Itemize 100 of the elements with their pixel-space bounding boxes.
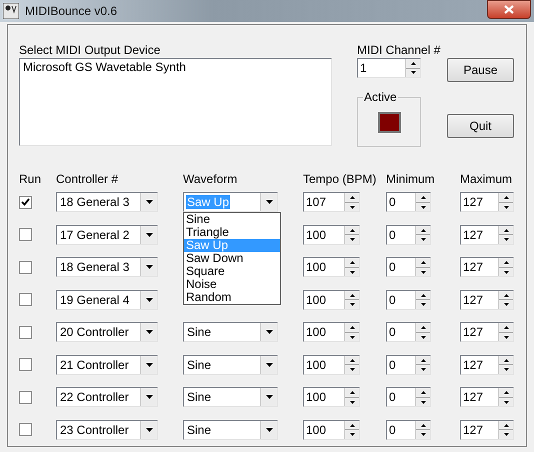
- spin-field[interactable]: 100: [303, 290, 360, 310]
- spin-field[interactable]: 127: [460, 420, 514, 440]
- dropdown[interactable]: 23 Controller: [56, 420, 158, 440]
- spin-buttons[interactable]: [498, 290, 513, 309]
- spin-buttons[interactable]: [344, 420, 359, 439]
- column-header: Maximum: [460, 172, 514, 186]
- spin-field[interactable]: 100: [303, 322, 360, 342]
- dropdown[interactable]: Sine: [183, 322, 278, 342]
- dropdown-option[interactable]: Noise: [184, 278, 280, 292]
- spin-field[interactable]: 100: [303, 420, 360, 440]
- push-button[interactable]: Quit: [447, 114, 514, 138]
- spin-field[interactable]: 0: [386, 354, 431, 375]
- dropdown-option[interactable]: Square: [184, 265, 280, 278]
- checkbox[interactable]: [19, 390, 32, 404]
- dropdown[interactable]: 17 General 2: [56, 224, 158, 245]
- spin-buttons[interactable]: [344, 290, 359, 309]
- spin-buttons[interactable]: [498, 226, 513, 244]
- spin-field[interactable]: 100: [303, 224, 360, 245]
- spin-buttons[interactable]: [415, 356, 430, 374]
- spin-field[interactable]: 127: [460, 387, 514, 408]
- spin-buttons[interactable]: [344, 226, 359, 244]
- spin-field[interactable]: 100: [303, 257, 360, 278]
- dropdown[interactable]: 19 General 4: [56, 290, 158, 310]
- column-header: Run: [19, 172, 42, 186]
- spin-buttons[interactable]: [344, 323, 359, 342]
- checkbox[interactable]: [19, 423, 32, 436]
- field-label: Select MIDI Output Device: [19, 42, 162, 58]
- list-item[interactable]: Microsoft GS Wavetable Synth: [21, 60, 330, 74]
- spin-field[interactable]: 0: [386, 387, 431, 408]
- checkbox[interactable]: [19, 358, 32, 372]
- spin-field[interactable]: 1: [357, 58, 421, 78]
- spin-field[interactable]: 0: [386, 420, 431, 440]
- spin-buttons[interactable]: [415, 420, 430, 439]
- checkbox[interactable]: [19, 196, 32, 209]
- spin-buttons[interactable]: [415, 193, 430, 212]
- spin-buttons[interactable]: [498, 193, 513, 212]
- spin-buttons[interactable]: [344, 193, 359, 212]
- spin-buttons[interactable]: [498, 388, 513, 406]
- spin-buttons[interactable]: [415, 226, 430, 244]
- window-title: MIDIBounce v0.6: [25, 3, 118, 20]
- dropdown[interactable]: Sine: [183, 387, 278, 408]
- push-button[interactable]: Pause: [447, 58, 514, 82]
- dropdown[interactable]: Sine: [183, 420, 278, 440]
- field-label: MIDI Channel #: [357, 42, 441, 58]
- caret-icon: [146, 330, 152, 334]
- spin-buttons[interactable]: [344, 356, 359, 374]
- spin-buttons[interactable]: [415, 388, 430, 406]
- column-header: Minimum: [386, 172, 436, 186]
- spin-buttons[interactable]: [405, 59, 420, 77]
- spin-buttons[interactable]: [344, 258, 359, 276]
- spin-field[interactable]: 0: [386, 290, 431, 310]
- spin-field[interactable]: 0: [386, 192, 431, 212]
- close-button[interactable]: [487, 0, 531, 18]
- column-header: Controller #: [56, 172, 120, 186]
- caret-icon: [146, 200, 152, 204]
- spin-field[interactable]: 100: [303, 387, 360, 408]
- spin-field[interactable]: 127: [460, 290, 514, 310]
- dropdown[interactable]: 21 Controller: [56, 354, 158, 375]
- spin-field[interactable]: 0: [386, 257, 431, 278]
- caret-icon: [146, 395, 152, 400]
- spin-field[interactable]: 127: [460, 257, 514, 278]
- column-header: Waveform: [183, 172, 238, 186]
- app-icon: [3, 3, 19, 19]
- caret-icon: [266, 395, 272, 400]
- device-list[interactable]: Microsoft GS Wavetable Synth: [19, 58, 332, 146]
- checkbox[interactable]: [19, 260, 32, 274]
- close-icon: [504, 4, 514, 14]
- spin-field[interactable]: 127: [460, 322, 514, 342]
- checkbox[interactable]: [19, 228, 32, 242]
- dropdown-option[interactable]: Sine: [184, 213, 280, 226]
- dropdown-option[interactable]: Saw Down: [184, 252, 280, 266]
- spin-field[interactable]: 0: [386, 224, 431, 245]
- dropdown-option[interactable]: Random: [184, 291, 280, 304]
- spin-buttons[interactable]: [415, 323, 430, 342]
- spin-field[interactable]: 0: [386, 322, 431, 342]
- spin-buttons[interactable]: [498, 420, 513, 439]
- spin-buttons[interactable]: [415, 290, 430, 309]
- spin-buttons[interactable]: [498, 258, 513, 276]
- dropdown-option[interactable]: Triangle: [184, 226, 280, 240]
- spin-field[interactable]: 127: [460, 192, 514, 212]
- column-header: Tempo (BPM): [303, 172, 378, 186]
- spin-buttons[interactable]: [498, 356, 513, 374]
- dropdown[interactable]: Sine: [183, 354, 278, 375]
- caret-icon: [146, 298, 152, 302]
- spin-buttons[interactable]: [498, 323, 513, 342]
- checkbox[interactable]: [19, 293, 32, 306]
- spin-field[interactable]: 100: [303, 354, 360, 375]
- checkbox[interactable]: [19, 326, 32, 339]
- dropdown[interactable]: 22 Controller: [56, 387, 158, 408]
- dropdown[interactable]: 18 General 3: [56, 257, 158, 278]
- spin-buttons[interactable]: [415, 258, 430, 276]
- caret-icon: [146, 232, 152, 237]
- spin-field[interactable]: 107: [303, 192, 360, 212]
- dropdown[interactable]: 20 Controller: [56, 322, 158, 342]
- caret-icon: [266, 330, 272, 334]
- spin-field[interactable]: 127: [460, 354, 514, 375]
- spin-field[interactable]: 127: [460, 224, 514, 245]
- caret-icon: [146, 265, 152, 270]
- spin-buttons[interactable]: [344, 388, 359, 406]
- dropdown[interactable]: 18 General 3: [56, 192, 158, 212]
